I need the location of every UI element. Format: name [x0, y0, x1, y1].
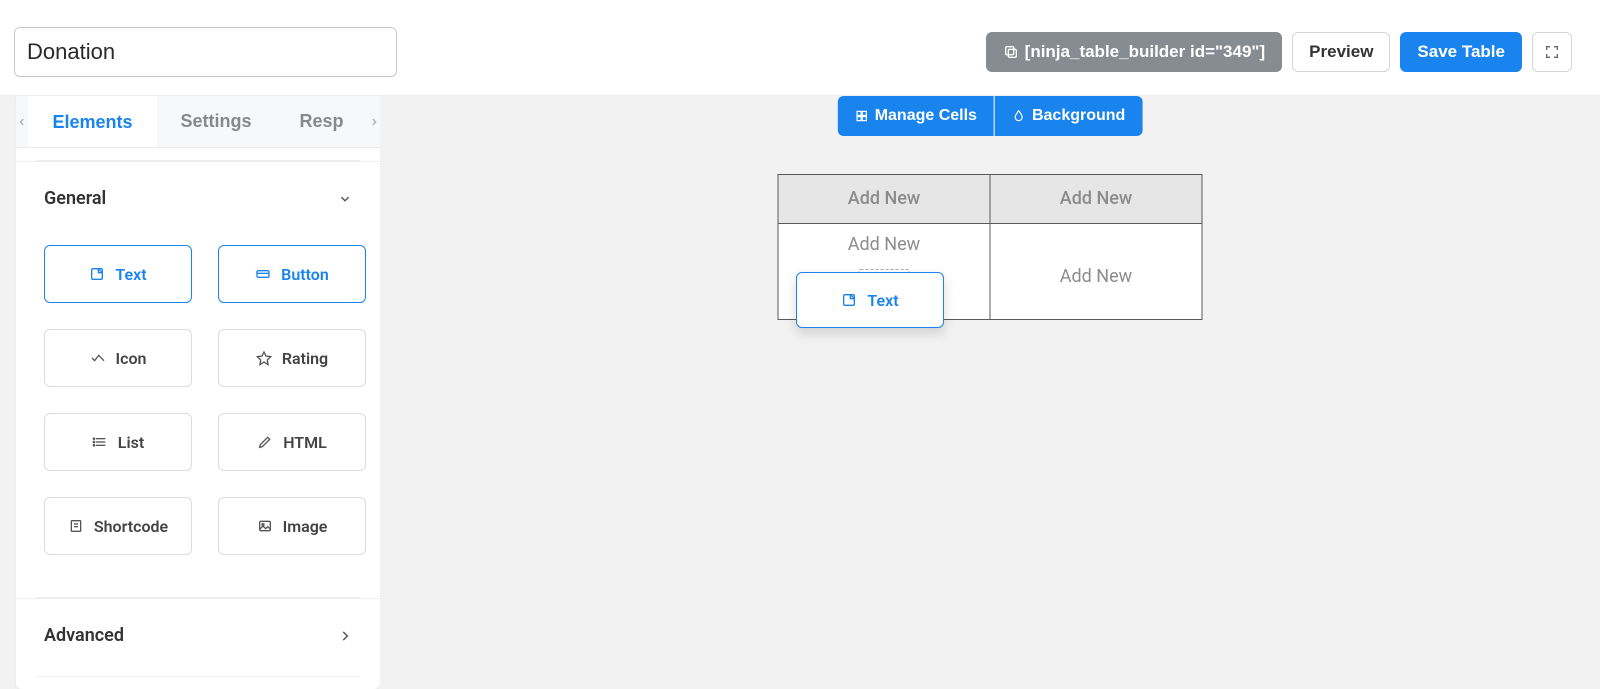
- save-table-button[interactable]: Save Table: [1400, 32, 1522, 72]
- star-icon: [256, 350, 272, 366]
- divider: [36, 676, 360, 677]
- cell-add-new-label: Add New: [848, 234, 920, 255]
- fullscreen-icon: [1544, 44, 1560, 60]
- tabs-scroll-right[interactable]: [368, 98, 380, 146]
- element-list[interactable]: List: [44, 413, 192, 471]
- table-header-cell[interactable]: Add New: [778, 175, 990, 224]
- element-rating-label: Rating: [282, 349, 328, 368]
- element-text-label: Text: [115, 265, 146, 284]
- section-general[interactable]: General: [16, 161, 380, 219]
- element-text[interactable]: Text: [44, 245, 192, 303]
- element-list-label: List: [118, 433, 144, 452]
- copy-icon: [1003, 44, 1019, 60]
- drag-chip-text[interactable]: Text: [796, 272, 944, 328]
- elements-grid: Text Button Icon Rating List HTML: [16, 219, 380, 585]
- canvas-toolbar: Manage Cells Background: [838, 96, 1143, 136]
- element-html-label: HTML: [283, 433, 327, 452]
- preview-button[interactable]: Preview: [1292, 32, 1390, 72]
- chevron-down-icon: [338, 192, 352, 206]
- element-rating[interactable]: Rating: [218, 329, 366, 387]
- table-cell[interactable]: Add New: [990, 224, 1202, 320]
- button-icon: [255, 266, 271, 282]
- canvas: Manage Cells Background Add New Add New: [380, 96, 1600, 689]
- element-image[interactable]: Image: [218, 497, 366, 555]
- tab-settings[interactable]: Settings: [157, 97, 276, 146]
- top-bar: [ninja_table_builder id="349"] Preview S…: [0, 0, 1600, 96]
- shortcode-label: [ninja_table_builder id="349"]: [1025, 42, 1266, 62]
- save-table-label: Save Table: [1417, 42, 1505, 62]
- table-header-row: Add New Add New: [778, 175, 1202, 224]
- sidebar: Elements Settings Resp General Text Butt…: [16, 96, 380, 689]
- pencil-icon: [257, 434, 273, 450]
- element-html[interactable]: HTML: [218, 413, 366, 471]
- table-header-cell[interactable]: Add New: [990, 175, 1202, 224]
- tabs-scroll-left[interactable]: [16, 98, 28, 146]
- shortcode-button[interactable]: [ninja_table_builder id="349"]: [986, 32, 1283, 72]
- preview-label: Preview: [1309, 42, 1373, 62]
- element-shortcode[interactable]: Shortcode: [44, 497, 192, 555]
- section-general-label: General: [44, 188, 106, 209]
- cell-add-new-label: Add New: [1060, 266, 1132, 287]
- chevron-right-icon: [369, 117, 379, 127]
- workspace: Elements Settings Resp General Text Butt…: [0, 96, 1600, 689]
- element-image-label: Image: [283, 517, 328, 536]
- table-title-input[interactable]: [14, 27, 397, 77]
- background-button[interactable]: Background: [995, 96, 1142, 136]
- tab-responsive[interactable]: Resp: [276, 97, 368, 146]
- chevron-left-icon: [17, 117, 27, 127]
- element-icon[interactable]: Icon: [44, 329, 192, 387]
- top-actions: [ninja_table_builder id="349"] Preview S…: [986, 32, 1572, 72]
- tab-elements[interactable]: Elements: [28, 96, 156, 147]
- droplet-icon: [1012, 109, 1026, 123]
- grid-icon: [855, 109, 869, 123]
- manage-cells-label: Manage Cells: [875, 107, 977, 125]
- manage-cells-button[interactable]: Manage Cells: [838, 96, 994, 136]
- sidebar-tabs: Elements Settings Resp: [16, 96, 380, 148]
- text-icon: [841, 292, 857, 308]
- element-button[interactable]: Button: [218, 245, 366, 303]
- image-icon: [257, 518, 273, 534]
- element-button-label: Button: [281, 265, 329, 284]
- text-icon: [89, 266, 105, 282]
- shortcode-icon: [68, 518, 84, 534]
- element-icon-label: Icon: [116, 349, 147, 368]
- background-label: Background: [1032, 107, 1125, 125]
- icon-icon: [90, 350, 106, 366]
- drag-chip-label: Text: [867, 291, 898, 310]
- list-icon: [92, 434, 108, 450]
- element-shortcode-label: Shortcode: [94, 517, 168, 536]
- section-advanced-label: Advanced: [44, 625, 124, 646]
- section-advanced[interactable]: Advanced: [16, 598, 380, 656]
- fullscreen-button[interactable]: [1532, 32, 1572, 72]
- chevron-right-icon: [338, 629, 352, 643]
